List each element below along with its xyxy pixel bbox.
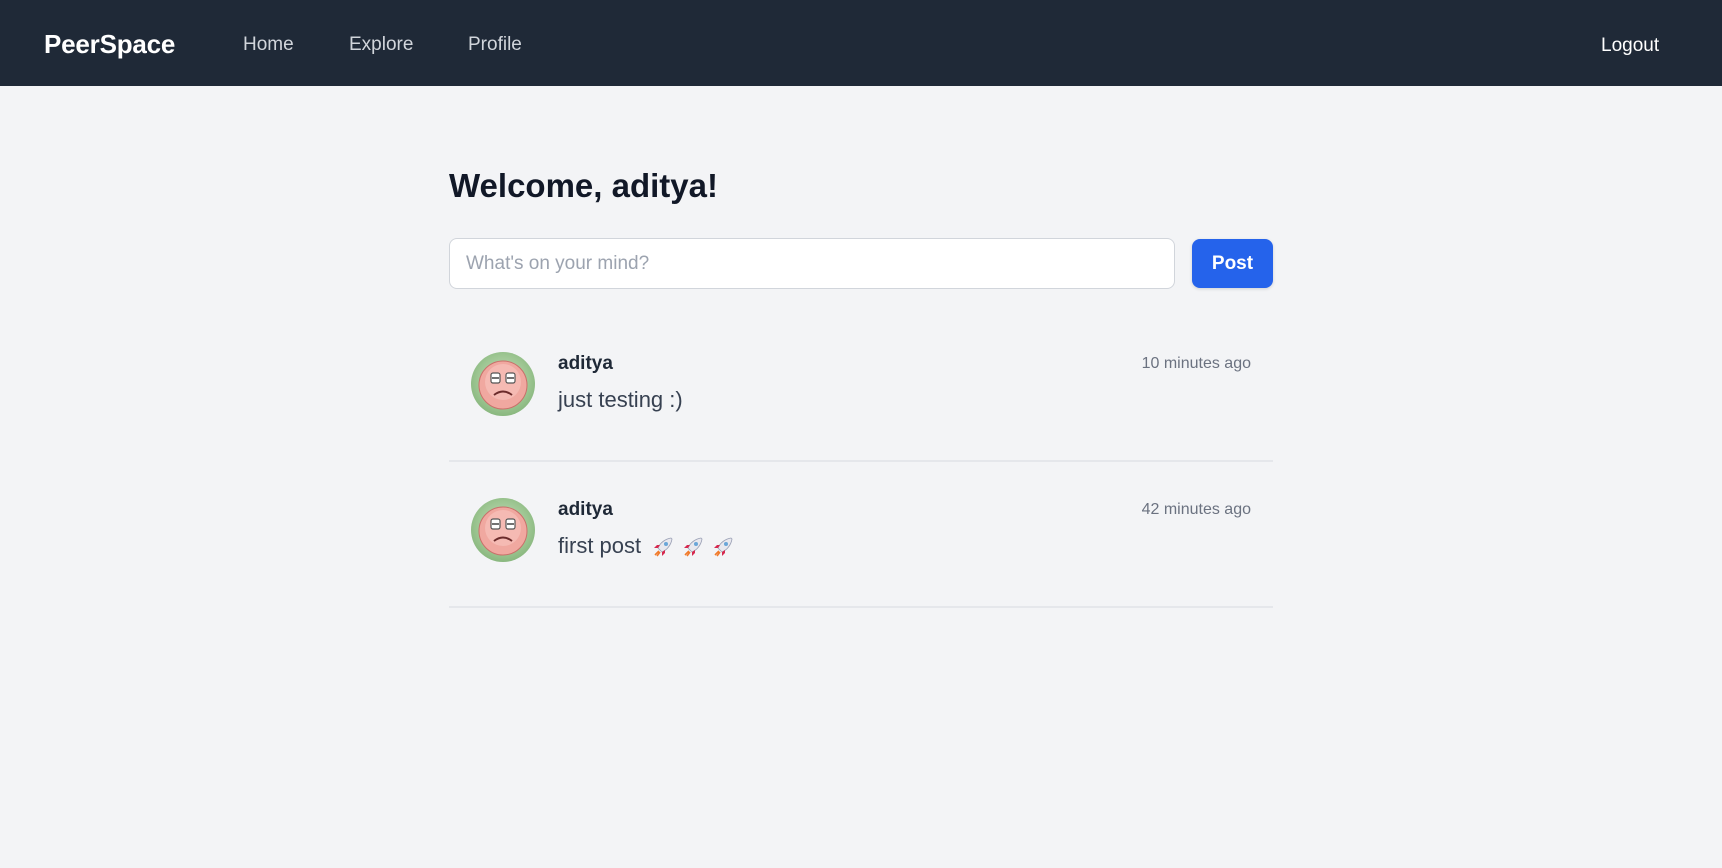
rocket-emoji-group — [651, 535, 735, 559]
post-input[interactable] — [449, 238, 1175, 289]
post-composer: Post — [449, 238, 1273, 290]
post-author[interactable]: aditya — [558, 352, 613, 376]
page-title: Welcome, aditya! — [449, 167, 718, 204]
post-item: aditya 42 minutes ago first post — [449, 462, 1273, 608]
post-content: first post — [558, 532, 735, 560]
nav-link-explore[interactable]: Explore — [349, 33, 413, 57]
post-feed: aditya 10 minutes ago just testing :) ad… — [449, 316, 1273, 608]
brand-logo[interactable]: PeerSpace — [44, 28, 175, 60]
post-item: aditya 10 minutes ago just testing :) — [449, 316, 1273, 462]
post-content-text: first post — [558, 533, 642, 558]
avatar[interactable] — [471, 352, 535, 416]
post-button[interactable]: Post — [1192, 239, 1273, 288]
sad-face-icon — [478, 506, 528, 556]
rocket-icon — [714, 537, 733, 557]
rocket-icon — [654, 537, 673, 557]
rocket-icon — [684, 537, 703, 557]
post-content: just testing :) — [558, 387, 683, 412]
top-navbar: PeerSpace Home Explore Profile Logout — [0, 0, 1722, 86]
nav-link-profile[interactable]: Profile — [468, 33, 522, 57]
post-author[interactable]: aditya — [558, 498, 613, 522]
sad-face-icon — [478, 360, 528, 410]
post-timestamp: 10 minutes ago — [1141, 355, 1251, 372]
logout-button[interactable]: Logout — [1601, 34, 1659, 58]
nav-link-home[interactable]: Home — [243, 33, 294, 57]
avatar[interactable] — [471, 498, 535, 562]
post-timestamp: 42 minutes ago — [1141, 501, 1251, 518]
